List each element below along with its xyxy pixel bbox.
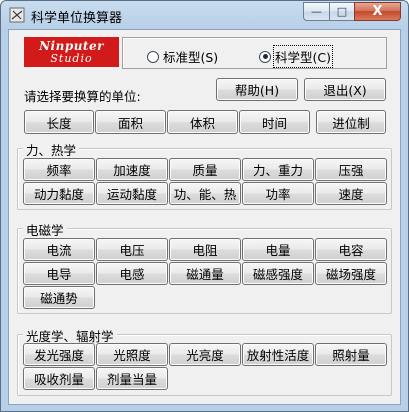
radio-standard[interactable]: 标准型(S) [147, 47, 218, 66]
unit-frequency-button[interactable]: 频率 [23, 158, 95, 181]
maximize-button[interactable]: □ [329, 2, 355, 21]
unit-charge-button[interactable]: 电量 [242, 238, 314, 261]
radio-scientific-label[interactable]: 科学型(C) [273, 45, 333, 68]
exit-button[interactable]: 退出(X) [304, 78, 386, 101]
unit-absorbed-dose-button[interactable]: 吸收剂量 [23, 367, 95, 390]
unit-luminance-button[interactable]: 光亮度 [169, 343, 241, 366]
unit-velocity-button[interactable]: 速度 [315, 182, 387, 205]
group-electromagnetics-label: 电磁学 [23, 220, 67, 239]
unit-area-button[interactable]: 面积 [95, 110, 166, 134]
minimize-button[interactable]: — [303, 2, 330, 21]
unit-resistance-button[interactable]: 电阻 [169, 238, 241, 261]
help-button[interactable]: 帮助(H) [216, 78, 298, 101]
unit-current-button[interactable]: 电流 [23, 238, 95, 261]
mode-selector: 标准型(S) 科学型(C) [122, 37, 387, 69]
unit-acceleration-button[interactable]: 加速度 [96, 158, 168, 181]
radio-standard-dot[interactable] [147, 50, 159, 63]
unit-illuminance-button[interactable]: 光照度 [96, 343, 168, 366]
title-bar[interactable]: 科学单位换算器 — □ X [1, 1, 408, 29]
unit-inductance-button[interactable]: 电感 [96, 262, 168, 285]
prompt-label: 请选择要换算的单位: [24, 89, 141, 104]
close-button[interactable]: X [354, 2, 401, 21]
unit-time-button[interactable]: 时间 [239, 110, 310, 134]
unit-dose-equivalent-button[interactable]: 剂量当量 [96, 367, 168, 390]
app-icon [9, 7, 25, 23]
unit-capacitance-button[interactable]: 电容 [315, 238, 387, 261]
unit-power-button[interactable]: 功率 [242, 182, 314, 205]
unit-luminous-intensity-button[interactable]: 发光强度 [23, 343, 95, 366]
studio-logo: Ninputer Studio [24, 37, 119, 67]
radio-scientific[interactable]: 科学型(C) [259, 45, 333, 68]
unit-voltage-button[interactable]: 电压 [96, 238, 168, 261]
window-title: 科学单位换算器 [31, 11, 123, 26]
unit-pressure-button[interactable]: 压强 [315, 158, 387, 181]
unit-dynamic-viscosity-button[interactable]: 动力黏度 [23, 182, 95, 205]
unit-radioactivity-button[interactable]: 放射性活度 [242, 343, 314, 366]
unit-kinematic-viscosity-button[interactable]: 运动黏度 [96, 182, 168, 205]
unit-magnetomotive-force-button[interactable]: 磁通势 [23, 286, 95, 309]
unit-volume-button[interactable]: 体积 [167, 110, 238, 134]
unit-field-strength-button[interactable]: 磁场强度 [315, 262, 387, 285]
logo-line-2: Studio [50, 52, 93, 65]
radio-scientific-dot[interactable] [259, 50, 271, 63]
unit-length-button[interactable]: 长度 [24, 110, 94, 134]
unit-exposure-button[interactable]: 照射量 [315, 343, 387, 366]
group-mechanics-heat-label: 力、热学 [23, 140, 80, 159]
logo-line-1: Ninputer [39, 39, 104, 53]
unit-conductance-button[interactable]: 电导 [23, 262, 95, 285]
unit-flux-density-button[interactable]: 磁感强度 [242, 262, 314, 285]
radio-standard-label[interactable]: 标准型(S) [163, 47, 218, 66]
unit-energy-button[interactable]: 功、能、热 [169, 182, 241, 205]
unit-magnetic-flux-button[interactable]: 磁通量 [169, 262, 241, 285]
unit-force-button[interactable]: 力、重力 [242, 158, 314, 181]
unit-radix-button[interactable]: 进位制 [316, 110, 386, 134]
unit-mass-button[interactable]: 质量 [169, 158, 241, 181]
